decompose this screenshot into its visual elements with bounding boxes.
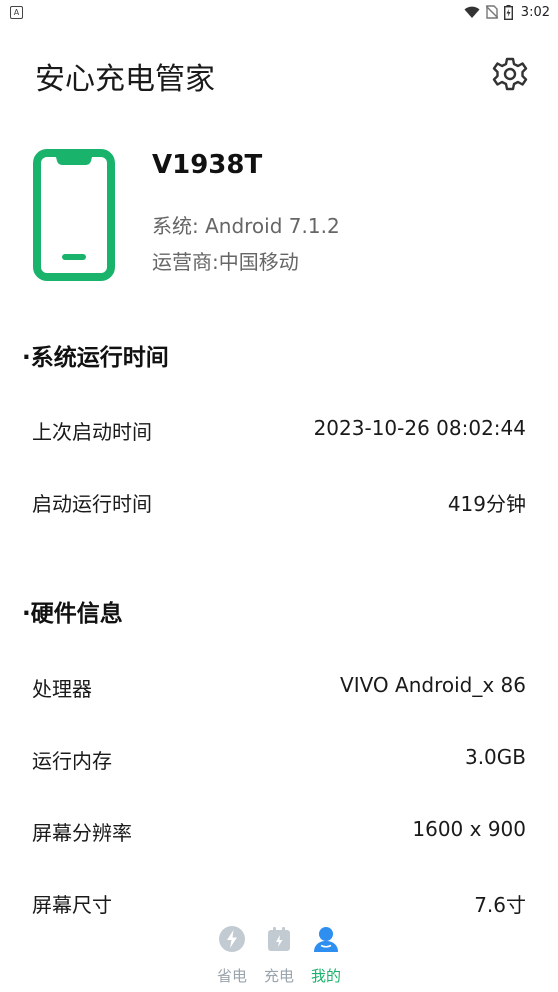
status-time: 3:02 (520, 4, 550, 20)
no-sim-icon (485, 5, 498, 19)
nav-item-mine[interactable]: 我的 (303, 925, 349, 989)
device-model: V1938T (152, 150, 263, 180)
phone-icon (33, 149, 115, 281)
section-title-hardware: ·硬件信息 (22, 601, 123, 627)
row-label: 处理器 (32, 677, 92, 701)
row-memory: 运行内存 3.0GB (0, 737, 558, 777)
row-value: 2023-10-26 08:02:44 (313, 416, 526, 440)
row-screen-size: 屏幕尺寸 7.6寸 (0, 881, 558, 921)
nav-item-charge[interactable]: 充电 (256, 925, 302, 989)
row-value: 3.0GB (464, 745, 526, 769)
page-title: 安心充电管家 (35, 62, 215, 97)
user-icon (314, 927, 338, 952)
nav-item-power-save[interactable]: 省电 (209, 925, 255, 989)
row-label: 屏幕尺寸 (32, 893, 112, 917)
battery-icon (503, 4, 513, 20)
row-label: 屏幕分辨率 (32, 821, 132, 845)
row-value: VIVO Android_x 86 (340, 673, 526, 697)
lightning-icon (219, 926, 245, 952)
row-label: 上次启动时间 (32, 420, 152, 444)
row-value: 1600 x 900 (412, 817, 526, 841)
app-screen: A 3:02 安心充电管家 V1938T 系统: Android 7.1.2 运… (0, 0, 558, 992)
row-processor: 处理器 VIVO Android_x 86 (0, 665, 558, 705)
row-uptime: 启动运行时间 419分钟 (0, 480, 558, 520)
bottom-nav: 省电 充电 我的 (0, 925, 558, 992)
row-label: 启动运行时间 (32, 492, 152, 516)
calendar-battery-icon (268, 927, 290, 951)
nav-label: 充电 (263, 967, 294, 985)
device-system: 系统: Android 7.1.2 (152, 214, 340, 238)
row-resolution: 屏幕分辨率 1600 x 900 (0, 809, 558, 849)
status-bar: A 3:02 (0, 0, 558, 24)
nav-label: 我的 (310, 967, 341, 985)
settings-button[interactable] (488, 52, 532, 96)
row-label: 运行内存 (32, 749, 112, 773)
wifi-icon (464, 6, 480, 18)
row-value: 7.6寸 (474, 893, 526, 917)
nav-label: 省电 (216, 967, 247, 985)
row-last-boot: 上次启动时间 2023-10-26 08:02:44 (0, 408, 558, 448)
gear-icon (492, 57, 528, 91)
section-title-uptime: ·系统运行时间 (22, 345, 169, 371)
device-carrier: 运营商:中国移动 (152, 250, 299, 274)
notification-a-icon: A (10, 5, 23, 19)
header: 安心充电管家 (0, 40, 558, 110)
device-card: V1938T 系统: Android 7.1.2 运营商:中国移动 (0, 140, 558, 290)
row-value: 419分钟 (447, 492, 526, 516)
